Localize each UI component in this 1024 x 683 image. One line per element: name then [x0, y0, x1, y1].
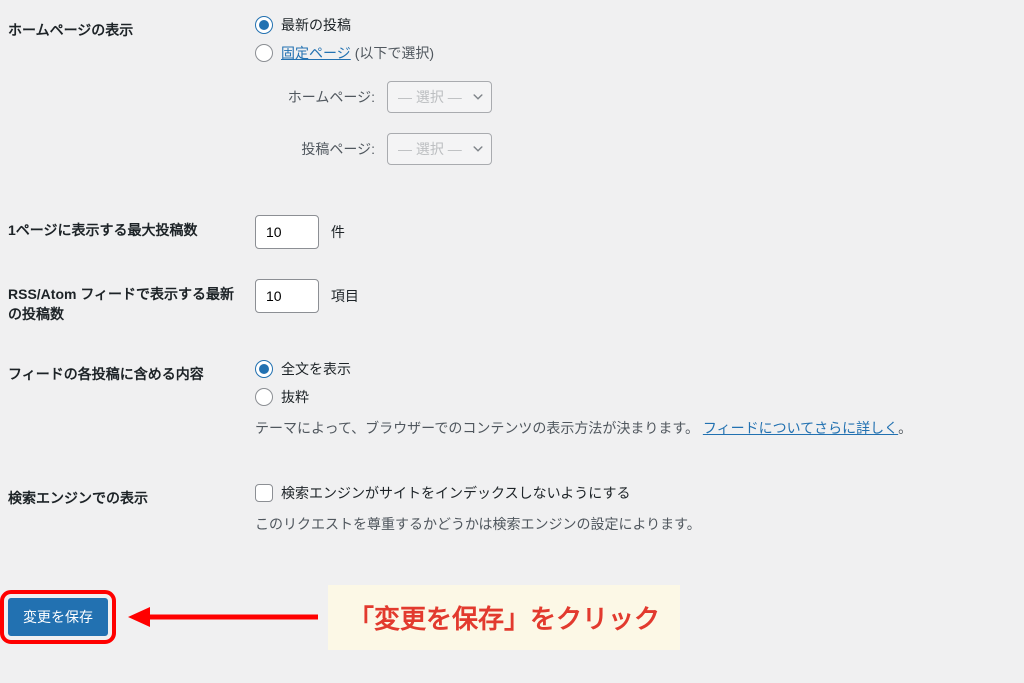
unit-posts-per-page: 件	[331, 224, 345, 240]
annotation-arrow-icon	[128, 602, 318, 632]
checkbox-discourage-search[interactable]	[255, 484, 273, 502]
radio-static-page[interactable]	[255, 44, 273, 62]
search-engine-desc: このリクエストを尊重するかどうかは検索エンジンの設定によります。	[255, 513, 1014, 535]
radio-static-page-note: (以下で選択)	[355, 43, 434, 63]
radio-excerpt[interactable]	[255, 388, 273, 406]
label-rss-items: RSS/Atom フィードで表示する最新の投稿数	[0, 264, 245, 344]
radio-latest-posts[interactable]	[255, 16, 273, 34]
feed-desc-link[interactable]: フィードについてさらに詳しく	[703, 420, 898, 436]
radio-excerpt-label: 抜粋	[281, 387, 309, 407]
label-search-engine: 検索エンジンでの表示	[0, 468, 245, 564]
save-changes-button[interactable]: 変更を保存	[8, 598, 108, 636]
select-homepage[interactable]: — 選択 —	[387, 81, 492, 113]
radio-latest-posts-label: 最新の投稿	[281, 15, 351, 35]
checkbox-discourage-search-label: 検索エンジンがサイトをインデックスしないようにする	[281, 483, 630, 503]
label-feed-content: フィードの各投稿に含める内容	[0, 344, 245, 468]
label-homepage-select: ホームページ:	[275, 87, 375, 107]
radio-full-text[interactable]	[255, 360, 273, 378]
feed-desc-text: テーマによって、ブラウザーでのコンテンツの表示方法が決まります。	[255, 420, 699, 436]
unit-rss-items: 項目	[331, 288, 359, 304]
label-homepage-display: ホームページの表示	[0, 0, 245, 200]
feed-desc-post: 。	[898, 420, 912, 436]
input-rss-items[interactable]	[255, 279, 319, 313]
radio-static-page-label[interactable]: 固定ページ	[281, 43, 351, 63]
label-postspage-select: 投稿ページ:	[275, 139, 375, 159]
select-postspage[interactable]: — 選択 —	[387, 133, 492, 165]
annotation-label: 「変更を保存」をクリック	[328, 585, 680, 650]
label-posts-per-page: 1ページに表示する最大投稿数	[0, 200, 245, 264]
input-posts-per-page[interactable]	[255, 215, 319, 249]
radio-full-text-label: 全文を表示	[281, 359, 351, 379]
